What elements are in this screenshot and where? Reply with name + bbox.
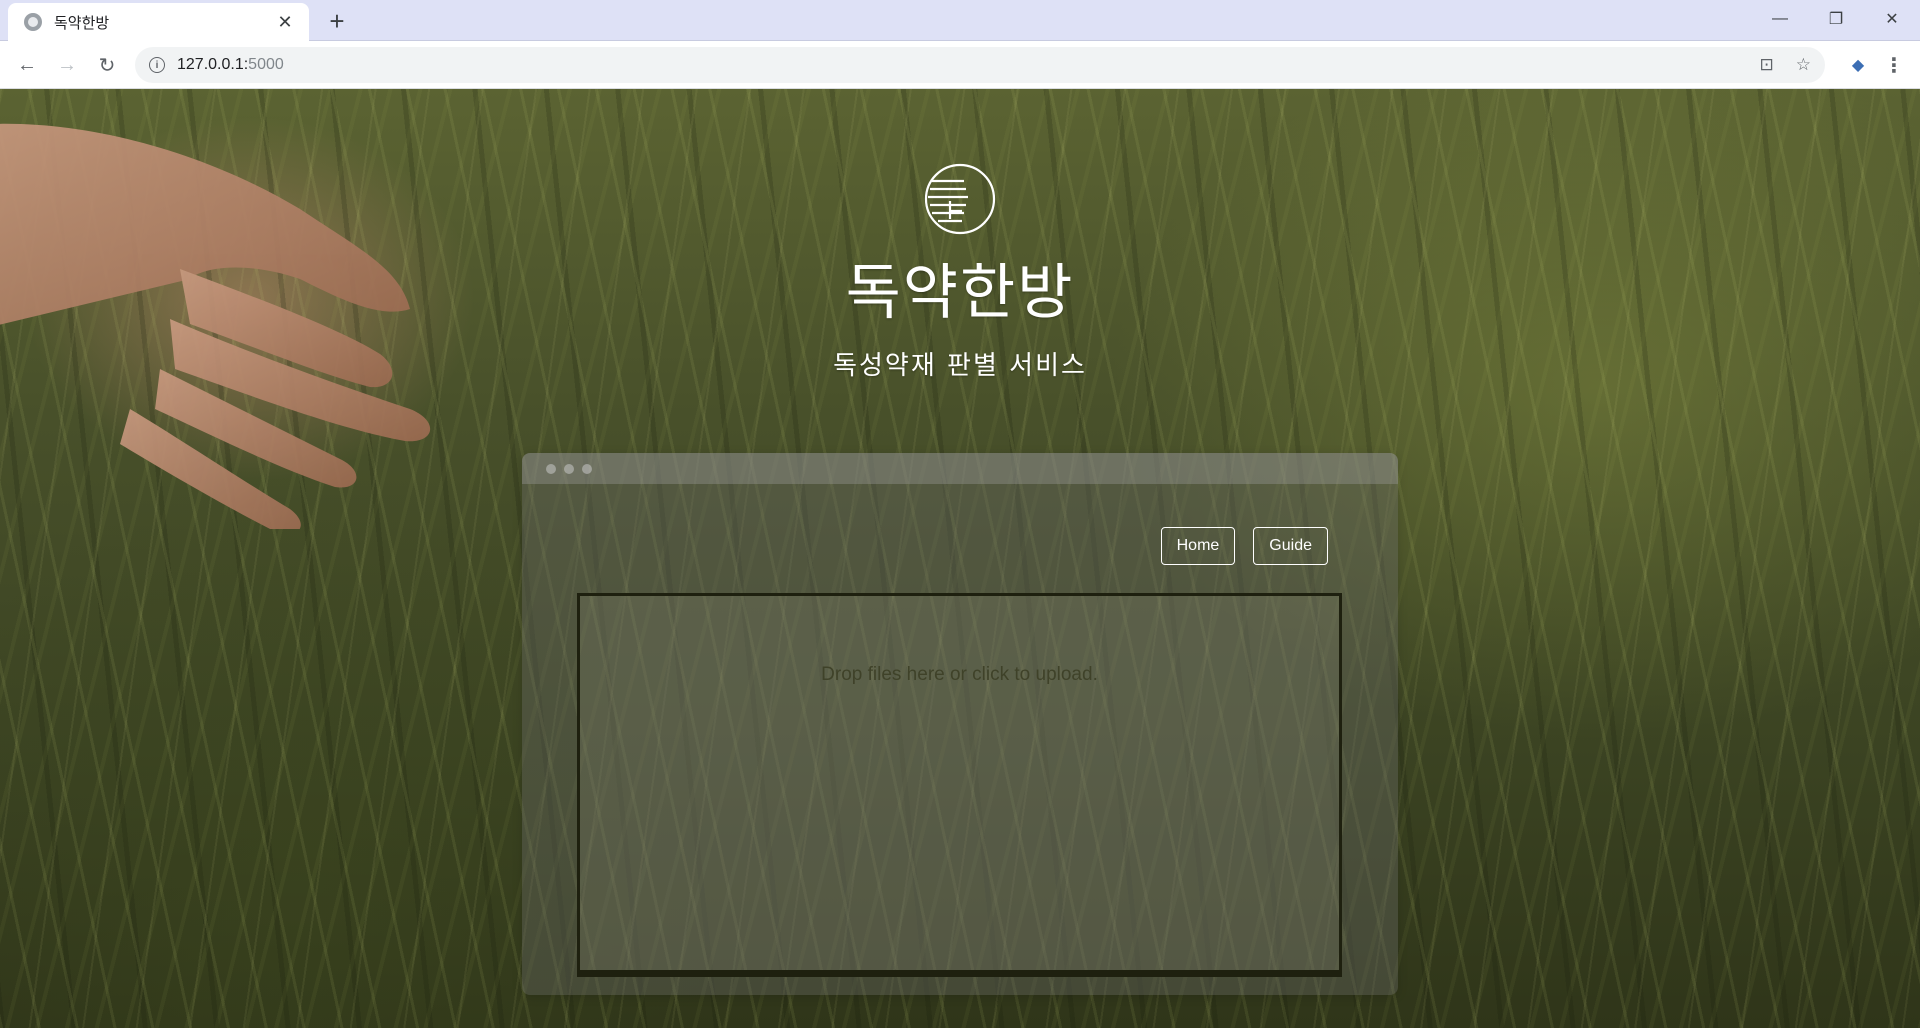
hero: 독약한방 독성약재 판별 서비스: [0, 161, 1920, 382]
home-button[interactable]: Home: [1160, 527, 1236, 565]
minimize-button[interactable]: —: [1752, 0, 1808, 38]
window-dot-icon: [582, 463, 592, 474]
window-dot-icon: [564, 463, 574, 474]
upload-panel: Home Guide Drop files here or click to u…: [522, 453, 1398, 995]
window-controls: — ❐ ✕: [1752, 0, 1920, 38]
favicon-icon: [24, 13, 42, 31]
address-bar[interactable]: i 127.0.0.1: 5000 ⊡ ☆: [135, 47, 1825, 83]
panel-titlebar: [522, 453, 1398, 484]
page-title: 독약한방: [845, 258, 1075, 328]
page-subtitle: 독성약재 판별 서비스: [833, 351, 1087, 381]
restore-button[interactable]: ❐: [1808, 0, 1864, 38]
new-tab-button[interactable]: +: [322, 6, 352, 36]
tab-title: 독약한방: [54, 14, 110, 32]
window-dot-icon: [546, 463, 556, 474]
forward-button[interactable]: →: [52, 50, 82, 80]
bookmark-star-icon[interactable]: ☆: [1796, 55, 1811, 75]
close-window-button[interactable]: ✕: [1864, 0, 1920, 38]
translate-icon[interactable]: ⊡: [1760, 55, 1774, 75]
extension-icon[interactable]: ◆: [1843, 50, 1873, 80]
page-background: 독약한방 독성약재 판별 서비스 Home Guide Drop files h…: [0, 89, 1920, 1028]
reload-button[interactable]: ↻: [92, 50, 122, 80]
panel-nav: Home Guide: [1160, 527, 1328, 565]
url-port: 5000: [248, 56, 284, 73]
dropzone-message: Drop files here or click to upload.: [821, 664, 1098, 685]
toolbar: ← → ↻ i 127.0.0.1: 5000 ⊡ ☆ ◆ ⋮: [0, 41, 1920, 89]
browser-menu-icon[interactable]: ⋮: [1880, 50, 1908, 80]
guide-button[interactable]: Guide: [1253, 527, 1328, 565]
close-tab-icon[interactable]: ✕: [275, 12, 295, 33]
back-button[interactable]: ←: [12, 50, 42, 80]
tab-strip: 독약한방 ✕ + — ❐ ✕: [0, 0, 1920, 41]
site-info-icon[interactable]: i: [149, 57, 165, 73]
file-dropzone[interactable]: Drop files here or click to upload.: [577, 593, 1342, 977]
browser-tab[interactable]: 독약한방 ✕: [8, 3, 309, 41]
url-host: 127.0.0.1:: [177, 56, 249, 73]
logo-circle-icon: [924, 163, 996, 235]
